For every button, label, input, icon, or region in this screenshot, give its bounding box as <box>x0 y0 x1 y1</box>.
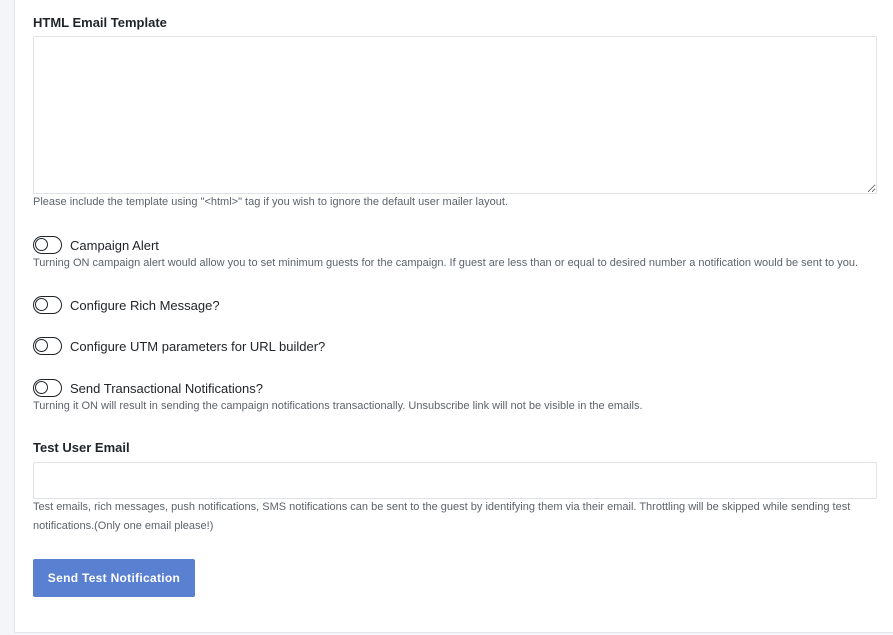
form-panel: HTML Email Template Please include the t… <box>14 0 893 633</box>
toggle-knob <box>35 339 48 352</box>
campaign-alert-toggle[interactable] <box>33 236 62 254</box>
transactional-notifications-label: Send Transactional Notifications? <box>70 380 263 396</box>
utm-parameters-label: Configure UTM parameters for URL builder… <box>70 338 326 354</box>
rich-message-label: Configure Rich Message? <box>70 297 220 313</box>
utm-parameters-toggle[interactable] <box>33 337 62 355</box>
test-email-help-line2: notifications.(Only one email please!) <box>33 520 214 532</box>
toggle-knob <box>35 238 48 251</box>
rich-message-toggle[interactable] <box>33 296 62 314</box>
transactional-notifications-row: Send Transactional Notifications? <box>33 378 263 398</box>
test-email-label: Test User Email <box>33 440 130 455</box>
utm-parameters-row: Configure UTM parameters for URL builder… <box>33 336 325 356</box>
html-template-textarea[interactable] <box>33 36 877 194</box>
test-email-help-line1: Test emails, rich messages, push notific… <box>33 501 851 513</box>
transactional-notifications-help: Turning it ON will result in sending the… <box>33 400 643 412</box>
toggle-knob <box>35 298 48 311</box>
test-email-input[interactable] <box>33 462 877 499</box>
send-test-notification-button[interactable]: Send Test Notification <box>33 559 195 597</box>
campaign-alert-help: Turning ON campaign alert would allow yo… <box>33 257 859 269</box>
campaign-alert-label: Campaign Alert <box>70 237 159 253</box>
toggle-knob <box>35 381 48 394</box>
html-template-label: HTML Email Template <box>33 15 167 30</box>
campaign-alert-row: Campaign Alert <box>33 235 159 255</box>
rich-message-row: Configure Rich Message? <box>33 295 220 315</box>
html-template-help: Please include the template using "<html… <box>33 196 508 208</box>
transactional-notifications-toggle[interactable] <box>33 379 62 397</box>
